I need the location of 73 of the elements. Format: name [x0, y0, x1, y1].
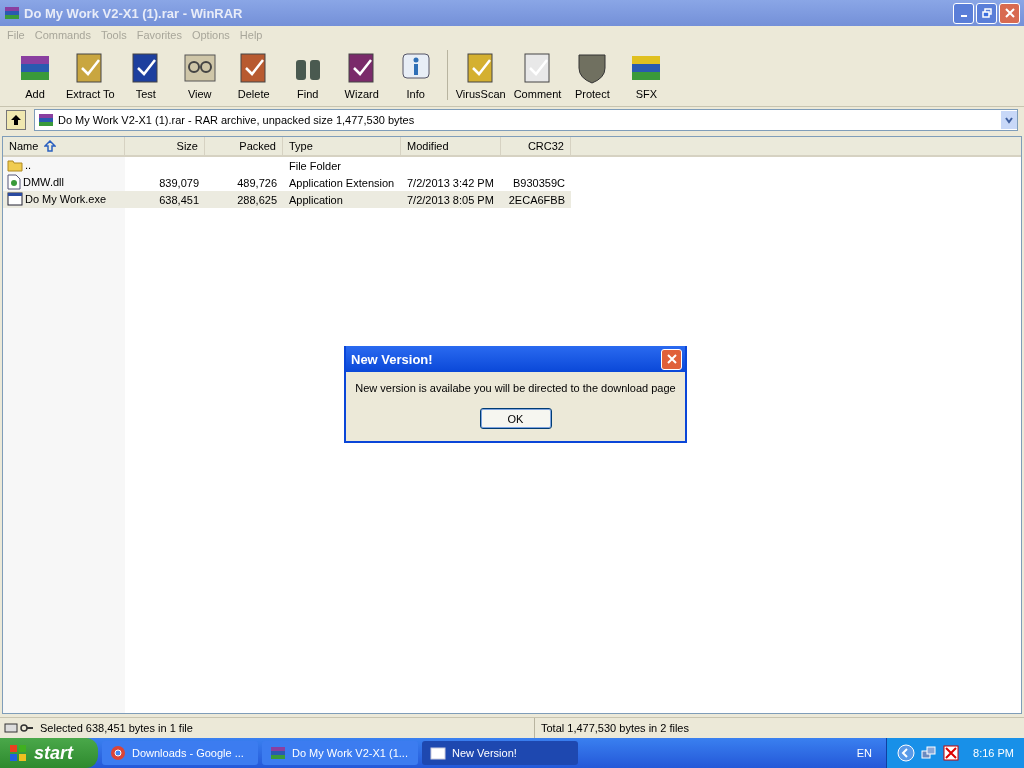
column-header[interactable]: Modified	[401, 137, 501, 155]
books-icon	[4, 5, 20, 21]
dialog-title: New Version!	[351, 351, 433, 367]
minimize-icon	[960, 15, 967, 17]
language-indicator[interactable]: EN	[846, 747, 883, 759]
window-icon	[430, 745, 446, 761]
drive-icon	[4, 722, 34, 734]
table-cell: Application	[289, 193, 343, 206]
ok-button[interactable]: OK	[479, 408, 552, 429]
table-cell: File Folder	[289, 159, 341, 172]
table-cell: Application Extension	[289, 176, 395, 189]
toolbar-button[interactable]: Delete	[226, 50, 281, 100]
taskbar-button[interactable]: New Version!	[422, 741, 578, 765]
file-icon	[7, 173, 21, 190]
toolbar-button[interactable]: Comment	[509, 50, 566, 100]
toolbar-button[interactable]: View	[172, 50, 227, 100]
toolbar-button[interactable]: Protect	[565, 50, 620, 100]
warning-icon[interactable]	[943, 745, 960, 761]
column-header[interactable]: Type	[283, 137, 401, 155]
restore-button[interactable]	[976, 2, 997, 24]
table-cell: 839,079	[159, 176, 199, 189]
toolbar-button[interactable]: SFX	[619, 50, 674, 100]
toolbar-button[interactable]: Wizard	[334, 50, 389, 100]
chevron-icon[interactable]	[897, 744, 916, 762]
address-field[interactable]: Do My Work V2-X1 (1).rar - RAR archive, unpacked size 1,477,530 bytes	[34, 109, 1018, 131]
browser-icon	[110, 745, 126, 761]
close-icon	[1004, 8, 1015, 18]
toolbar-button[interactable]: Info	[388, 50, 443, 100]
dropdown-button[interactable]	[1001, 111, 1017, 129]
toolbar-button[interactable]: VirusScan	[451, 50, 510, 100]
table-cell: 638,451	[159, 193, 199, 206]
column-header[interactable]: Packed	[205, 137, 283, 155]
file-row[interactable]: DMW.dll 839,079 489,726 Application Extension 7/2/2013 3:42 PM B930359C	[3, 174, 571, 191]
window-icon	[7, 191, 23, 206]
close-button[interactable]	[999, 2, 1020, 24]
up-folder-button[interactable]	[6, 110, 26, 130]
books-icon	[270, 745, 286, 761]
toolbar-button[interactable]: Find	[280, 50, 335, 100]
status-text: Total 1,477,530 bytes in 2 files	[541, 722, 689, 734]
network-icon[interactable]	[921, 745, 938, 761]
table-cell: 7/2/2013 8:05 PM	[407, 193, 494, 206]
caret-icon	[1004, 115, 1014, 125]
table-cell: B930359C	[513, 176, 565, 189]
table-cell: 2ECA6FBB	[508, 193, 565, 206]
restore-icon	[981, 8, 992, 18]
table-cell: ..	[25, 158, 32, 171]
clock: 8:16 PM	[973, 747, 1014, 759]
window-title: Do My Work V2-X1 (1).rar - WinRAR	[24, 5, 244, 21]
taskbar-button[interactable]: Downloads - Google ...	[102, 741, 258, 765]
status-text: Selected 638,451 bytes in 1 file	[40, 722, 193, 734]
start-button[interactable]: start	[0, 738, 98, 768]
close-icon	[666, 354, 677, 364]
table-cell: DMW.dll	[23, 175, 64, 188]
file-row[interactable]: Do My Work.exe 638,451 288,625 Application 7/2/2013 8:05 PM 2ECA6FBB	[3, 191, 571, 208]
toolbar-button[interactable]: Test	[118, 50, 173, 100]
up-arrow-icon	[10, 114, 22, 126]
books-icon	[38, 112, 54, 128]
table-cell: 288,625	[237, 193, 277, 206]
column-header[interactable]: Name	[3, 137, 125, 155]
file-row[interactable]: .. File Folder	[3, 157, 571, 174]
dialog-message: New version is availabe you will be directed to the download page	[355, 382, 676, 394]
column-header[interactable]: CRC32	[501, 137, 571, 155]
table-cell: 489,726	[237, 176, 277, 189]
minimize-button[interactable]	[953, 2, 974, 24]
toolbar-button[interactable]: Extract To	[62, 50, 119, 100]
column-header[interactable]: Size	[125, 137, 205, 155]
table-cell: 7/2/2013 3:42 PM	[407, 176, 494, 189]
taskbar-button[interactable]: Do My Work V2-X1 (1...	[262, 741, 418, 765]
table-cell: Do My Work.exe	[25, 192, 107, 205]
toolbar-button[interactable]: Add	[8, 50, 62, 100]
windows-logo-icon	[8, 743, 28, 763]
sort-arrow-icon	[44, 140, 57, 152]
close-button[interactable]	[661, 348, 682, 370]
